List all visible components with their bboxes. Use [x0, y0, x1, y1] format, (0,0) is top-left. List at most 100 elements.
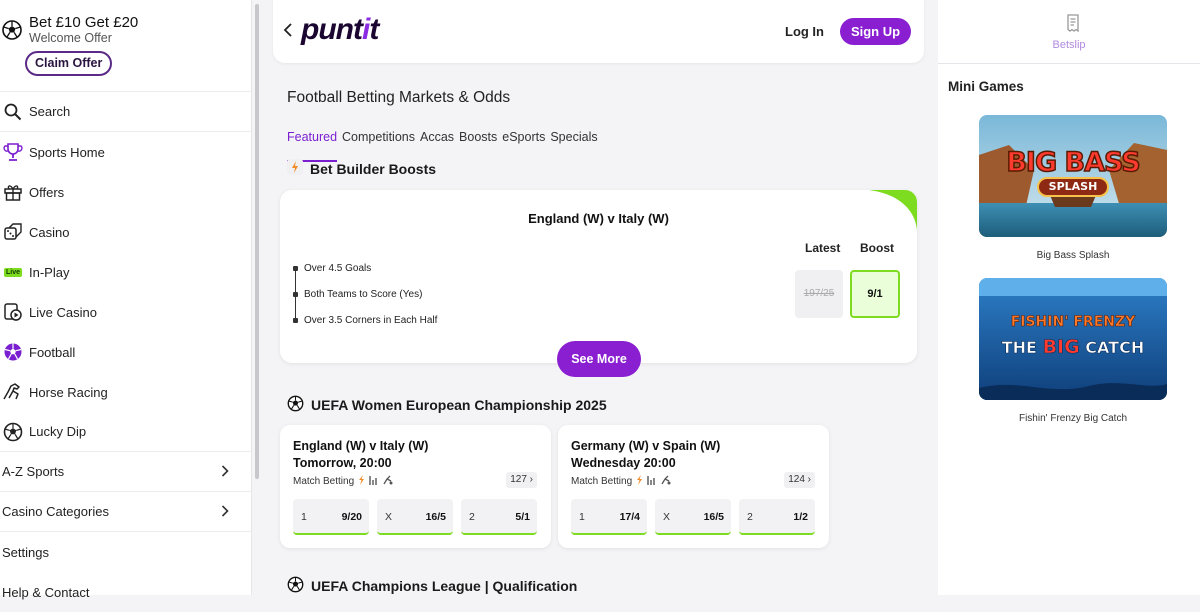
game-logo-text: FISHIN' FRENZY [1010, 314, 1136, 331]
odds-button-away[interactable]: 2 5/1 [461, 499, 537, 535]
market-name: Match Betting [293, 475, 393, 488]
login-button[interactable]: Log In [785, 24, 824, 39]
sidebar-item-offers[interactable]: Offers [0, 172, 251, 212]
sidebar-item-label: Horse Racing [29, 384, 108, 400]
sidebar-item-casino[interactable]: Casino [0, 212, 251, 252]
mini-games-title: Mini Games [948, 79, 1024, 94]
odds-value: 5/1 [515, 511, 530, 523]
live-casino-icon [2, 301, 24, 323]
boost-leg: Over 3.5 Corners in Each Half [304, 315, 438, 326]
more-markets-button[interactable]: 124 › [784, 472, 815, 488]
sidebar-scrollbar[interactable] [255, 4, 259, 479]
right-column: Betslip Mini Games BIG BASS SPLASH Big B… [938, 0, 1200, 595]
boost-lightning-icon [358, 475, 365, 488]
odds-value: 9/20 [341, 511, 362, 523]
odds-button-draw[interactable]: X 16/5 [377, 499, 453, 535]
more-markets-button[interactable]: 127 › [506, 472, 537, 488]
sidebar-item-label: Sports Home [29, 144, 105, 160]
sidebar-item-label: In-Play [29, 264, 70, 280]
boost-header: Boost [860, 241, 894, 255]
sidebar-item-label: Lucky Dip [29, 424, 87, 439]
odds-outcome: 2 [747, 511, 753, 523]
sidebar-item-lucky-dip[interactable]: Lucky Dip [0, 412, 251, 452]
tab-featured[interactable]: Featured [287, 130, 338, 162]
betslip-tab[interactable]: Betslip [938, 0, 1200, 64]
boost-leg: Both Teams to Score (Yes) [304, 289, 423, 300]
odds-button-home[interactable]: 1 17/4 [571, 499, 647, 535]
football-icon [287, 395, 304, 415]
tab-boosts[interactable]: Boosts [459, 130, 497, 162]
match-card[interactable]: Germany (W) v Spain (W) Wednesday 20:00 … [558, 425, 829, 548]
puntit-logo[interactable]: puntit [301, 13, 379, 47]
odds-button-away[interactable]: 2 1/2 [739, 499, 815, 535]
odds-value: 1/2 [793, 511, 808, 523]
live-icon: Live [2, 261, 24, 283]
odds-outcome: 1 [301, 511, 307, 523]
section-title-text: Bet Builder Boosts [310, 160, 437, 177]
boost-lightning-icon [636, 475, 643, 488]
sidebar-item-sports-home[interactable]: Sports Home [0, 132, 251, 172]
match-teams: Germany (W) v Spain (W) [571, 439, 721, 453]
sidebar-item-label: Settings [2, 544, 49, 560]
boosted-odds-button[interactable]: 9/1 [850, 270, 900, 318]
section-title-boosts: Bet Builder Boosts [287, 159, 436, 178]
tab-specials[interactable]: Specials [550, 130, 597, 162]
sidebar-item-horse-racing[interactable]: Horse Racing [0, 372, 251, 412]
horse-icon [2, 381, 24, 403]
signup-button[interactable]: Sign Up [840, 18, 911, 45]
section-title-text: UEFA Women European Championship 2025 [311, 397, 607, 413]
match-time: Wednesday 20:00 [571, 456, 676, 470]
odds-outcome: X [385, 511, 393, 523]
sidebar-item-help-contact[interactable]: Help & Contact [0, 572, 251, 612]
tab-esports[interactable]: eSports [502, 130, 545, 162]
game-name[interactable]: Big Bass Splash [938, 250, 1200, 261]
leg-dot [293, 318, 298, 323]
market-name: Match Betting [571, 475, 671, 488]
odds-button-home[interactable]: 1 9/20 [293, 499, 369, 535]
tab-accas[interactable]: Accas [420, 130, 454, 162]
sidebar-item-settings[interactable]: Settings [0, 532, 251, 572]
market-label: Match Betting [293, 476, 355, 487]
sidebar-item-in-play[interactable]: Live In-Play [0, 252, 251, 292]
odds-outcome: 1 [579, 511, 585, 523]
stats-icon [647, 475, 657, 488]
claim-offer-button[interactable]: Claim Offer [25, 51, 113, 76]
see-more-button[interactable]: See More [557, 341, 641, 377]
bet-builder-icon [383, 475, 393, 488]
sidebar-item-label: Offers [29, 184, 65, 200]
live-badge: Live [3, 267, 22, 277]
promo-subtitle: Welcome Offer [29, 31, 112, 45]
tab-competitions[interactable]: Competitions [342, 130, 415, 162]
chevron-right-icon [221, 505, 229, 520]
football-icon [2, 341, 24, 363]
gift-icon [2, 181, 24, 203]
betslip-label: Betslip [1052, 39, 1086, 51]
sidebar-item-a-z-sports[interactable]: A-Z Sports [0, 452, 251, 492]
leg-dot [293, 266, 298, 271]
sidebar-item-football[interactable]: Football [0, 332, 251, 372]
game-logo-word: THE [1001, 338, 1037, 358]
odds-outcome: 2 [469, 511, 475, 523]
sidebar-item-search[interactable]: Search [0, 92, 251, 132]
sidebar-item-label: Casino Categories [2, 504, 109, 519]
odds-outcome: X [663, 511, 671, 523]
bet-builder-icon [661, 475, 671, 488]
match-card[interactable]: England (W) v Italy (W) Tomorrow, 20:00 … [280, 425, 551, 548]
chevron-right-icon [221, 465, 229, 480]
section-title-text: UEFA Champions League | Qualification [311, 578, 578, 594]
game-logo-word: CATCH [1085, 338, 1145, 358]
odds-value: 17/4 [619, 511, 640, 523]
sidebar-item-label: Football [29, 344, 76, 360]
sidebar-item-casino-categories[interactable]: Casino Categories [0, 492, 251, 532]
boost-lightning-icon [287, 159, 303, 178]
game-thumbnail-big-bass-splash[interactable]: BIG BASS SPLASH [979, 115, 1167, 237]
game-name[interactable]: Fishin' Frenzy Big Catch [938, 413, 1200, 424]
back-arrow-icon[interactable] [283, 22, 293, 43]
sidebar-item-label: Casino [29, 224, 70, 240]
section-title-competition: UEFA Women European Championship 2025 [287, 395, 607, 415]
bet-builder-boost-card[interactable]: England (W) v Italy (W) Latest Boost Ove… [280, 190, 917, 363]
sidebar-item-live-casino[interactable]: Live Casino [0, 292, 251, 332]
odds-button-draw[interactable]: X 16/5 [655, 499, 731, 535]
sidebar-item-label: Help & Contact [2, 584, 90, 600]
game-thumbnail-fishin-frenzy[interactable]: FISHIN' FRENZY THE BIG CATCH [979, 278, 1167, 400]
